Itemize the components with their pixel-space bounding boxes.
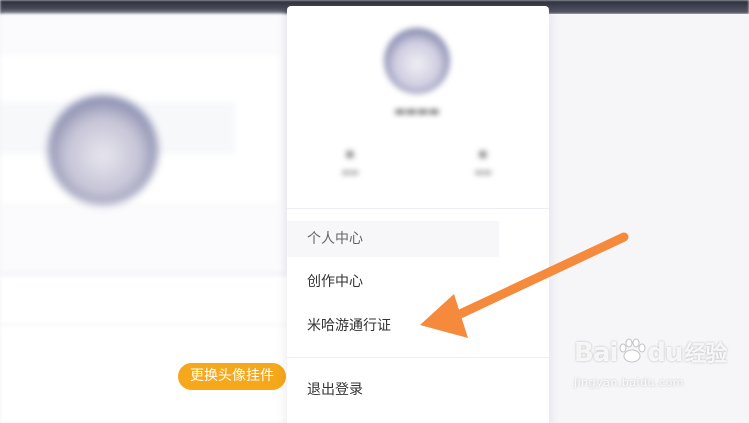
arrow-head [420,294,468,338]
screenshot-stage: 更换头像挂件 ▬▬▬▬ ▪ ▬▬ ▪ ▬▬ 个人中心 创作中心 米哈游通行证 退… [0,0,749,423]
watermark-logo: Bai du经验 [574,336,744,372]
paw-icon [619,338,646,363]
watermark-logo-cn: 经验 [684,342,727,367]
baidu-jingyan-watermark: Bai du经验 jingyan.baidu.com [574,336,744,416]
watermark-logo-du: du [647,338,683,368]
watermark-url: jingyan.baidu.com [574,376,685,389]
arrow-shaft [453,232,629,320]
watermark-logo-bai: Bai [574,338,618,368]
